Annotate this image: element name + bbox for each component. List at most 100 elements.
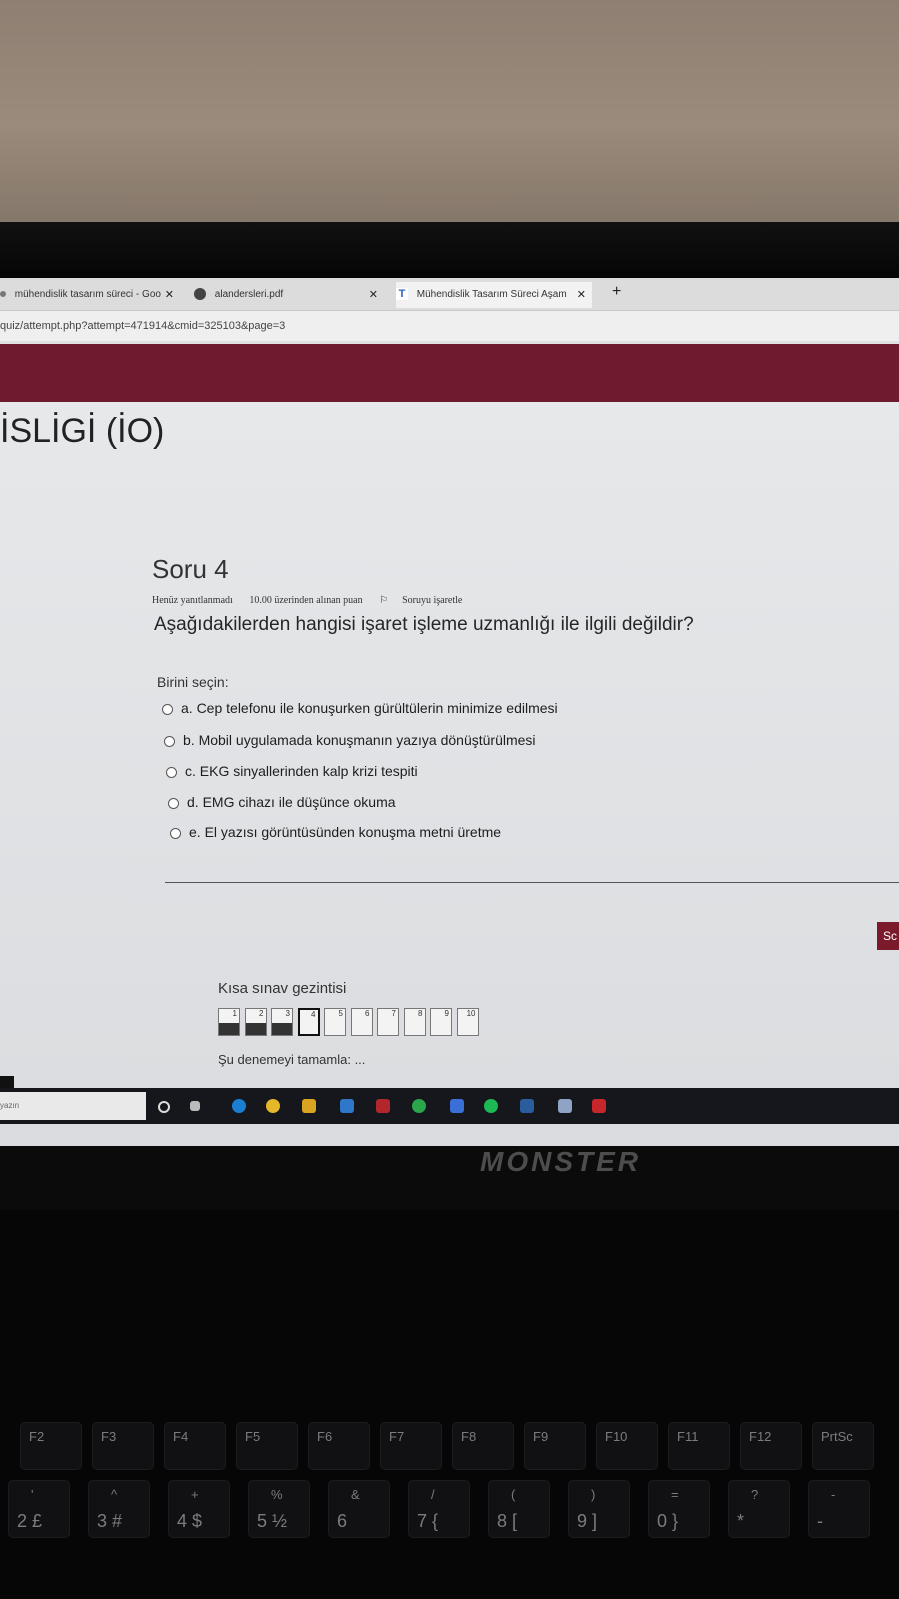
key-lower: 9 ] <box>577 1511 598 1531</box>
key-number[interactable]: (8 [ <box>488 1480 550 1538</box>
close-icon[interactable]: ✕ <box>165 282 174 308</box>
key-label: F3 <box>101 1429 117 1444</box>
app-icon[interactable] <box>450 1099 464 1113</box>
nav-question-9[interactable]: 9 <box>430 1008 452 1036</box>
nav-question-8[interactable]: 8 <box>403 1008 426 1036</box>
nav-question-1[interactable]: 1 <box>218 1008 240 1036</box>
acrobat-icon[interactable] <box>592 1099 606 1113</box>
nav-number: 3 <box>285 1009 290 1018</box>
key-number[interactable]: ) 9 ] <box>568 1480 630 1538</box>
option-e[interactable]: e. El yazısı görüntüsünden konuşma metni… <box>170 824 501 840</box>
tab-3[interactable]: T Mühendislik Tasarım Süreci Aşam ✕ <box>396 282 592 308</box>
key-f2[interactable]: F2 <box>20 1422 82 1470</box>
taskbar-search-input[interactable]: yazın <box>0 1092 146 1120</box>
spotify-icon[interactable] <box>484 1099 498 1113</box>
key-f7[interactable]: F7 <box>380 1422 442 1470</box>
globe-icon <box>194 288 206 301</box>
nav-question-7[interactable]: 7 <box>377 1008 399 1036</box>
office-icon[interactable] <box>376 1099 390 1113</box>
laptop-brand-logo: MONSTER <box>480 1146 641 1177</box>
key-f10[interactable]: F10 <box>596 1422 658 1470</box>
question-text: Aşağıdakilerden hangisi işaret işleme uz… <box>154 614 694 635</box>
option-label: c. EKG sinyallerinden kalp krizi tespiti <box>185 763 418 779</box>
key-f3[interactable]: F3 <box>92 1422 154 1470</box>
option-c[interactable]: c. EKG sinyallerinden kalp krizi tespiti <box>166 763 418 779</box>
shield-icon[interactable] <box>558 1099 572 1113</box>
address-bar[interactable]: quiz/attempt.php?attempt=471914&cmid=325… <box>0 311 899 341</box>
key-number[interactable]: ^ 3 # <box>88 1480 150 1538</box>
task-view-icon[interactable] <box>190 1101 200 1111</box>
key-prtsc[interactable]: PrtSc <box>812 1422 874 1470</box>
nav-number: 6 <box>365 1009 370 1018</box>
mail-icon[interactable] <box>340 1099 354 1113</box>
nav-question-4[interactable]: 4 <box>297 1008 320 1036</box>
tab-1[interactable]: mühendislik tasarım süreci - Goo ✕ <box>0 282 180 308</box>
finish-attempt-link[interactable]: Şu denemeyi tamamla: ... <box>218 1052 365 1067</box>
key-number[interactable]: & 6 <box>328 1480 390 1538</box>
laptop-bezel <box>0 222 899 280</box>
app-icon[interactable] <box>520 1099 534 1113</box>
search-placeholder: yazın <box>0 1101 20 1110</box>
option-d[interactable]: d. EMG cihazı ile düşünce okuma <box>168 794 396 810</box>
next-page-button[interactable]: Sc <box>877 922 899 950</box>
key-f6[interactable]: F6 <box>308 1422 370 1470</box>
key-label: F9 <box>533 1429 549 1444</box>
key-number[interactable]: ' 2 £ <box>8 1480 70 1538</box>
key-number[interactable]: / 7 { <box>408 1480 470 1538</box>
course-title: İSLİGİ (İO) <box>0 412 165 450</box>
key-label: F5 <box>245 1429 261 1444</box>
key-upper: ' <box>31 1487 34 1502</box>
key-upper: - <box>831 1487 836 1502</box>
option-label: e. El yazısı görüntüsünden konuşma metni… <box>189 824 502 840</box>
key-f8[interactable]: F8 <box>452 1422 514 1470</box>
quiz-navigation-title: Kısa sınav gezintisi <box>218 980 347 997</box>
flag-question-link[interactable]: ⚐ Soruyu işaretle <box>379 595 476 606</box>
nav-question-2[interactable]: 2 <box>244 1008 267 1036</box>
whatsapp-icon[interactable] <box>412 1099 426 1113</box>
edge-icon[interactable] <box>232 1099 246 1113</box>
key-number[interactable]: % 5 ½ <box>248 1480 310 1538</box>
radio-button[interactable] <box>170 827 181 839</box>
key-label: F2 <box>29 1429 45 1444</box>
key-f11[interactable]: F11 <box>668 1422 730 1470</box>
key-label: F12 <box>749 1429 772 1444</box>
nav-question-10[interactable]: 10 <box>456 1008 479 1036</box>
key-number[interactable]: ? * <box>728 1480 790 1538</box>
key-lower: 0 } <box>657 1511 679 1531</box>
question-points: 10.00 üzerinden alınan puan <box>249 595 363 606</box>
key-number[interactable]: -- <box>808 1480 870 1538</box>
nav-number: 5 <box>338 1009 343 1018</box>
nav-question-3[interactable]: 3 <box>271 1008 293 1036</box>
radio-button[interactable] <box>168 797 179 809</box>
close-icon[interactable]: ✕ <box>577 282 586 308</box>
close-icon[interactable]: ✕ <box>369 282 378 308</box>
radio-button[interactable] <box>162 703 173 715</box>
new-tab-icon[interactable]: + <box>612 283 621 301</box>
cortana-icon[interactable] <box>158 1101 170 1113</box>
laptop-keyboard: F2 F3 F4 F5 F6 F7 F8 F9 F10 F11 F12 PrtSc ' 2 £ ^ 3 # +4… <box>0 1210 899 1599</box>
key-f5[interactable]: F5 <box>236 1422 298 1470</box>
quiz-page: İSLİGİ (İO) Soru 4 Henüz yanıtlanmadı 10… <box>0 402 899 1146</box>
key-number[interactable]: = 0 } <box>648 1480 710 1538</box>
file-explorer-icon[interactable] <box>302 1099 316 1113</box>
nav-number: 2 <box>259 1009 264 1018</box>
option-b[interactable]: b. Mobil uygulamada konuşmanın yazıya dö… <box>164 732 536 748</box>
radio-button[interactable] <box>164 735 175 747</box>
key-lower: 3 # <box>97 1511 123 1531</box>
key-number[interactable]: +4 $ <box>168 1480 230 1538</box>
tab-label: mühendislik tasarım süreci - Goo <box>14 289 161 300</box>
tab-2[interactable]: alandersleri.pdf ✕ <box>194 282 384 308</box>
key-f9[interactable]: F9 <box>524 1422 586 1470</box>
nav-question-6[interactable]: 6 <box>350 1008 373 1036</box>
option-a[interactable]: a. Cep telefonu ile konuşurken gürültüle… <box>162 700 558 716</box>
key-f12[interactable]: F12 <box>740 1422 802 1470</box>
key-upper: / <box>431 1487 435 1502</box>
answered-fill <box>245 1023 266 1035</box>
radio-button[interactable] <box>166 766 177 778</box>
chrome-icon[interactable] <box>266 1099 280 1113</box>
key-upper: & <box>351 1487 360 1502</box>
windows-taskbar: yazın <box>0 1088 899 1124</box>
t-icon: T <box>396 288 408 301</box>
nav-question-5[interactable]: 5 <box>324 1008 346 1036</box>
key-f4[interactable]: F4 <box>164 1422 226 1470</box>
